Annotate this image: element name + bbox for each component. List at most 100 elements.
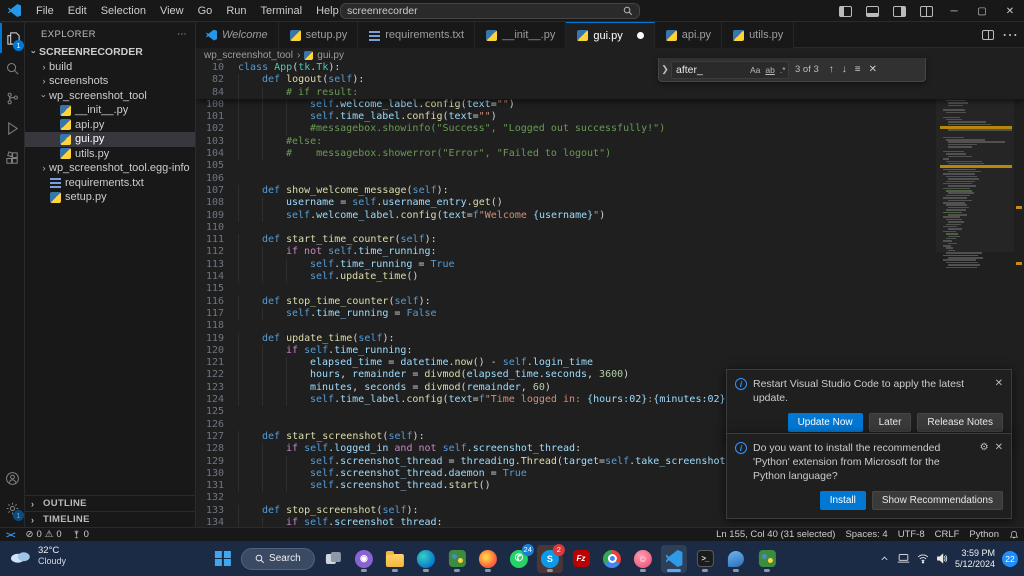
notification-count-badge[interactable]: 22 <box>1002 551 1018 567</box>
explorer-icon[interactable]: 1 <box>0 23 25 53</box>
taskbar-search[interactable]: Search <box>241 548 315 570</box>
menu-edit[interactable]: Edit <box>61 0 94 22</box>
tab-Welcome[interactable]: Welcome <box>196 22 279 48</box>
menu-file[interactable]: File <box>29 0 61 22</box>
terminal-app-taskbar-icon[interactable]: >_ <box>692 545 718 573</box>
tree-item-screenshots[interactable]: ›screenshots <box>25 74 195 89</box>
tree-item-setup.py[interactable]: setup.py <box>25 190 195 205</box>
open-indicator <box>667 569 681 572</box>
vscode-taskbar-icon[interactable] <box>661 545 687 573</box>
close-find-icon[interactable]: ✕ <box>865 64 881 75</box>
menu-terminal[interactable]: Terminal <box>254 0 310 22</box>
chrome-browser-taskbar-icon[interactable] <box>599 545 625 573</box>
chat-app-taskbar-icon[interactable]: ◉ <box>351 545 377 573</box>
remote-indicator[interactable]: >< <box>0 530 21 540</box>
menu-run[interactable]: Run <box>219 0 253 22</box>
tree-item-wp_screenshot_tool[interactable]: ›wp_screenshot_tool <box>25 89 195 104</box>
task-view-taskbar-icon[interactable] <box>320 545 346 573</box>
editor-more-actions-icon[interactable]: ⋯ <box>1002 25 1018 45</box>
encoding[interactable]: UTF-8 <box>893 529 930 540</box>
whole-word-icon[interactable]: ab <box>763 65 777 75</box>
next-match-icon[interactable]: ↓ <box>838 64 851 75</box>
python-idle-taskbar-icon[interactable] <box>754 545 780 573</box>
tree-item-requirements.txt[interactable]: requirements.txt <box>25 176 195 191</box>
minimap-line <box>946 262 979 264</box>
weather-widget[interactable]: 32°C Cloudy <box>8 545 66 566</box>
tree-item-utils.py[interactable]: utils.py <box>25 147 195 162</box>
laptop-icon[interactable] <box>897 553 910 564</box>
tree-item-api.py[interactable]: api.py <box>25 118 195 133</box>
tree-item-build[interactable]: ›build <box>25 60 195 75</box>
notification-settings-icon[interactable]: ⚙ <box>980 441 989 483</box>
clock[interactable]: 3:59 PM 5/12/2024 <box>955 548 995 570</box>
regex-icon[interactable]: .* <box>777 65 788 75</box>
customize-layout-icon[interactable] <box>920 6 933 17</box>
later-button[interactable]: Later <box>869 413 912 432</box>
menu-view[interactable]: View <box>153 0 191 22</box>
indentation[interactable]: Spaces: 4 <box>840 529 892 540</box>
menu-selection[interactable]: Selection <box>94 0 153 22</box>
tab-gui.py[interactable]: gui.py <box>566 22 654 48</box>
volume-icon[interactable] <box>936 553 948 564</box>
account-icon[interactable] <box>0 463 25 493</box>
find-input[interactable]: after_ Aa ab .* <box>671 61 789 79</box>
line-number: 129 <box>196 456 230 468</box>
install-button[interactable]: Install <box>820 491 866 510</box>
copilot-app-taskbar-icon[interactable]: ☺ <box>630 545 656 573</box>
cursor-position[interactable]: Ln 155, Col 40 (31 selected) <box>711 529 840 540</box>
notification-close-icon[interactable]: ✕ <box>995 377 1003 405</box>
toggle-panel-icon[interactable] <box>866 6 879 17</box>
source-control-icon[interactable] <box>0 83 25 113</box>
previous-match-icon[interactable]: ↑ <box>825 64 838 75</box>
toggle-replace-icon[interactable]: ❯ <box>659 64 671 75</box>
tab-utils.py[interactable]: utils.py <box>722 22 794 48</box>
eol-sequence[interactable]: CRLF <box>930 529 965 540</box>
settings-gear-icon[interactable]: 1 <box>0 493 25 523</box>
outline-section[interactable]: › OUTLINE <box>25 495 195 511</box>
match-case-icon[interactable]: Aa <box>747 65 762 75</box>
tab-api.py[interactable]: api.py <box>655 22 722 48</box>
minimize-button[interactable]: ─ <box>940 0 968 22</box>
ports-status[interactable]: 0 <box>67 529 94 540</box>
release-notes-button[interactable]: Release Notes <box>917 413 1003 432</box>
split-editor-icon[interactable] <box>982 30 994 40</box>
tree-item-wp_screenshot_tool.egg-info[interactable]: ›wp_screenshot_tool.egg-info <box>25 161 195 176</box>
toggle-secondary-sidebar-icon[interactable] <box>893 6 906 17</box>
sidebar-more-actions-icon[interactable]: ⋯ <box>177 29 187 40</box>
wifi-icon[interactable] <box>917 553 929 564</box>
start-button[interactable] <box>210 545 236 573</box>
extensions-icon[interactable] <box>0 143 25 173</box>
microsoft-store-taskbar-icon[interactable] <box>444 545 470 573</box>
skype-taskbar-icon[interactable]: S2 <box>537 545 563 573</box>
command-center-search[interactable]: screenrecorder <box>340 3 640 19</box>
find-in-selection-icon[interactable]: ≡ <box>851 64 865 75</box>
notification-close-icon[interactable]: ✕ <box>995 441 1003 483</box>
run-debug-icon[interactable] <box>0 113 25 143</box>
tree-item-SCREENRECORDER[interactable]: ›SCREENRECORDER <box>25 45 195 60</box>
tab-requirements.txt[interactable]: requirements.txt <box>358 22 475 48</box>
show-recommendations-button[interactable]: Show Recommendations <box>872 491 1003 510</box>
timeline-section[interactable]: › TIMELINE <box>25 511 195 527</box>
whatsapp-taskbar-icon[interactable]: ✆24 <box>506 545 532 573</box>
search-sidebar-icon[interactable] <box>0 53 25 83</box>
problems-status[interactable]: ⊘0 ⚠0 <box>21 529 67 540</box>
update-now-button[interactable]: Update Now <box>788 413 863 432</box>
hidden-icons-chevron[interactable] <box>879 553 890 564</box>
maximize-button[interactable]: ▢ <box>968 0 996 22</box>
tab-setup.py[interactable]: setup.py <box>279 22 359 48</box>
menu-go[interactable]: Go <box>191 0 220 22</box>
tree-item-__init__.py[interactable]: __init__.py <box>25 103 195 118</box>
thonny-taskbar-icon[interactable] <box>723 545 749 573</box>
language-mode[interactable]: Python <box>964 529 1004 540</box>
file-explorer-taskbar-icon[interactable] <box>382 545 408 573</box>
edge-browser-taskbar-icon[interactable] <box>413 545 439 573</box>
tab-__init__.py[interactable]: __init__.py <box>475 22 566 48</box>
chevron-right-icon: › <box>39 62 49 72</box>
tree-item-gui.py[interactable]: gui.py <box>25 132 195 147</box>
close-button[interactable]: ✕ <box>996 0 1024 22</box>
notifications-bell-icon[interactable] <box>1004 529 1024 540</box>
minimap-line <box>946 100 966 102</box>
filezilla-taskbar-icon[interactable]: Fz <box>568 545 594 573</box>
toggle-sidebar-icon[interactable] <box>839 6 852 17</box>
firefox-browser-taskbar-icon[interactable] <box>475 545 501 573</box>
